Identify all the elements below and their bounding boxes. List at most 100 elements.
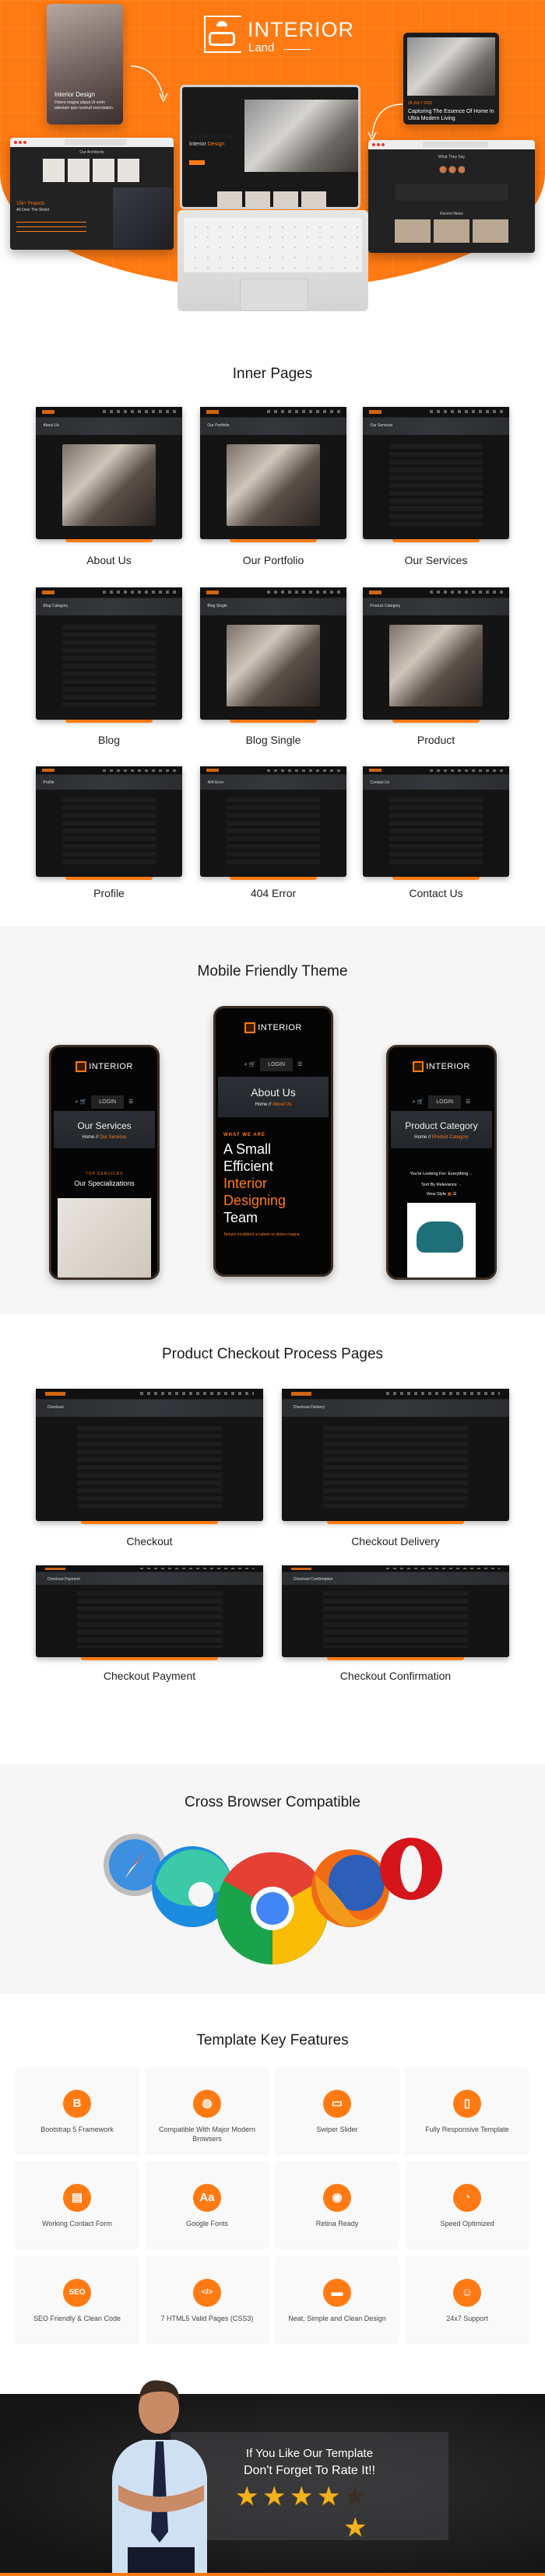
card-title: Capturing The Essence Of Home In Ultra M… — [408, 109, 494, 121]
html-file-icon: </> — [193, 2279, 221, 2307]
preview-accent-bar — [65, 720, 153, 723]
page-label: Product — [417, 734, 455, 746]
section-title-checkout: Product Checkout Process Pages — [161, 1346, 384, 1362]
feature-card: ◍ Compatible With Major Modern Browsers — [146, 2067, 269, 2154]
preview-content — [389, 624, 483, 706]
star-icon[interactable]: ★ — [235, 2483, 258, 2510]
page-preview-checkout[interactable]: Checkout — [36, 1389, 263, 1524]
page-preview-blog-single[interactable]: Blog Single — [200, 587, 346, 723]
section-title-inner-pages: Inner Pages — [232, 366, 313, 382]
section-title-mobile: Mobile Friendly Theme — [197, 963, 348, 980]
preview-banner: Checkout — [36, 1399, 263, 1417]
preview-banner: 404 Error — [200, 775, 346, 790]
filter-dropdown[interactable]: You're Looking For: Everything ⌄ — [389, 1172, 494, 1176]
cart-icon[interactable]: 🛒 — [249, 1062, 256, 1067]
star-icon[interactable]: ★ — [343, 2515, 367, 2541]
section-title-browsers: Cross Browser Compatible — [185, 1794, 360, 1810]
preview-accent-bar — [392, 539, 480, 542]
fonts-icon: Aa — [193, 2184, 221, 2212]
menu-icon[interactable]: ☰ — [466, 1099, 470, 1105]
preview-navbar — [36, 1389, 263, 1400]
feature-card: ▬ Neat, Simple and Clean Design — [276, 2256, 399, 2343]
preview-navbar — [36, 407, 182, 418]
preview-content — [226, 443, 321, 526]
preview-navbar — [36, 766, 182, 776]
page-preview-profile[interactable]: Profile — [36, 766, 182, 880]
page-preview-product[interactable]: Product Category — [363, 587, 509, 723]
search-icon[interactable]: ⌕ — [413, 1099, 416, 1105]
page-preview-our-portfolio[interactable]: Our Portfolio — [200, 407, 346, 542]
preview-accent-bar — [229, 877, 318, 880]
preview-banner: Checkout Confirmation — [282, 1572, 509, 1585]
preview-navbar — [200, 766, 346, 776]
feature-label: Swiper Slider — [316, 2126, 358, 2133]
feature-card: Aa Google Fonts — [146, 2161, 269, 2248]
preview-navbar — [282, 1389, 509, 1400]
hero-cta-button — [189, 160, 205, 165]
page-label: Blog Single — [245, 734, 301, 746]
browser-preview-testimonial: What They Say Recent News — [368, 140, 535, 253]
preview-banner-title: Contact Us — [370, 780, 390, 785]
preview-banner-title: Checkout — [47, 1405, 64, 1411]
page-preview-404-error[interactable]: 404 Error — [200, 766, 346, 880]
page-label: Profile — [93, 887, 125, 899]
star-icon[interactable]: ★ — [262, 2483, 286, 2510]
page-label: Checkout Payment — [103, 1670, 196, 1682]
sort-dropdown[interactable]: Sort By Relevance ⌄ — [389, 1183, 494, 1187]
preview-accent-bar — [392, 877, 480, 880]
feature-card: ☺ 24x7 Support — [406, 2256, 529, 2343]
preview-content — [62, 443, 156, 526]
page-label: Checkout — [126, 1535, 173, 1547]
preview-content — [62, 797, 156, 866]
preview-banner: Profile — [36, 775, 182, 790]
star-icon[interactable]: ★ — [290, 2483, 313, 2510]
page-preview-checkout-confirmation[interactable]: Checkout Confirmation — [282, 1565, 509, 1660]
page-preview-checkout-delivery[interactable]: Checkout Delivery — [282, 1389, 509, 1524]
feature-label: 24x7 Support — [446, 2315, 488, 2322]
preview-banner: Contact Us — [363, 775, 509, 790]
star-icon[interactable]: ★ — [317, 2483, 340, 2510]
grid-view-icon[interactable]: ▦ — [448, 1192, 452, 1197]
preview-banner-title: 404 Error — [207, 780, 224, 785]
devices-icon: ▯ — [453, 2090, 481, 2118]
search-icon[interactable]: ⌕ — [244, 1062, 248, 1067]
feature-label: Fully Responsive Template — [425, 2126, 509, 2133]
layout-icon: ▬ — [323, 2279, 351, 2307]
page-label: Blog — [97, 734, 121, 746]
feature-card: ◔ Speed Optimized — [406, 2161, 529, 2248]
page-preview-checkout-payment[interactable]: Checkout Payment — [36, 1565, 263, 1660]
cart-icon[interactable]: 🛒 — [80, 1099, 87, 1105]
form-icon: ▤ — [63, 2184, 91, 2212]
menu-icon[interactable]: ☰ — [128, 1099, 133, 1105]
page-preview-blog[interactable]: Blog Category — [36, 587, 182, 723]
bootstrap-icon: B — [63, 2090, 91, 2118]
login-button[interactable]: LOGIN — [428, 1095, 462, 1109]
cart-icon[interactable]: 🛒 — [417, 1099, 424, 1105]
page-preview-contact-us[interactable]: Contact Us — [363, 766, 509, 880]
preview-navbar — [200, 587, 346, 598]
slider-icon: ▭ — [323, 2090, 351, 2118]
preview-banner: Product Category — [363, 598, 509, 615]
login-button[interactable]: LOGIN — [260, 1058, 294, 1071]
feature-label: Working Contact Form — [42, 2220, 112, 2227]
page-label: Our Services — [404, 554, 468, 566]
preview-accent-bar — [229, 720, 318, 723]
blog-preview-card: 28 JULY 2022 Capturing The Essence Of Ho… — [403, 33, 499, 124]
feature-label: Speed Optimized — [440, 2220, 494, 2227]
search-icon[interactable]: ⌕ — [76, 1099, 79, 1105]
card-title: Interior Design — [54, 91, 96, 98]
page-preview-about-us[interactable]: About Us — [36, 407, 182, 542]
preview-accent-bar — [229, 539, 318, 542]
curved-arrow-icon — [130, 65, 168, 103]
preview-navbar — [200, 407, 346, 418]
preview-content — [226, 624, 321, 706]
page-label: About Us — [86, 554, 132, 566]
menu-icon[interactable]: ☰ — [297, 1062, 302, 1067]
login-button[interactable]: LOGIN — [91, 1095, 125, 1109]
preview-banner-title: Checkout Confirmation — [293, 1576, 333, 1582]
preview-accent-bar — [65, 877, 153, 880]
page-preview-our-services[interactable]: Our Services — [363, 407, 509, 542]
list-view-icon[interactable]: ☰ — [452, 1192, 456, 1197]
preview-content — [322, 1591, 469, 1649]
preview-banner-title: Checkout Delivery — [293, 1405, 325, 1411]
